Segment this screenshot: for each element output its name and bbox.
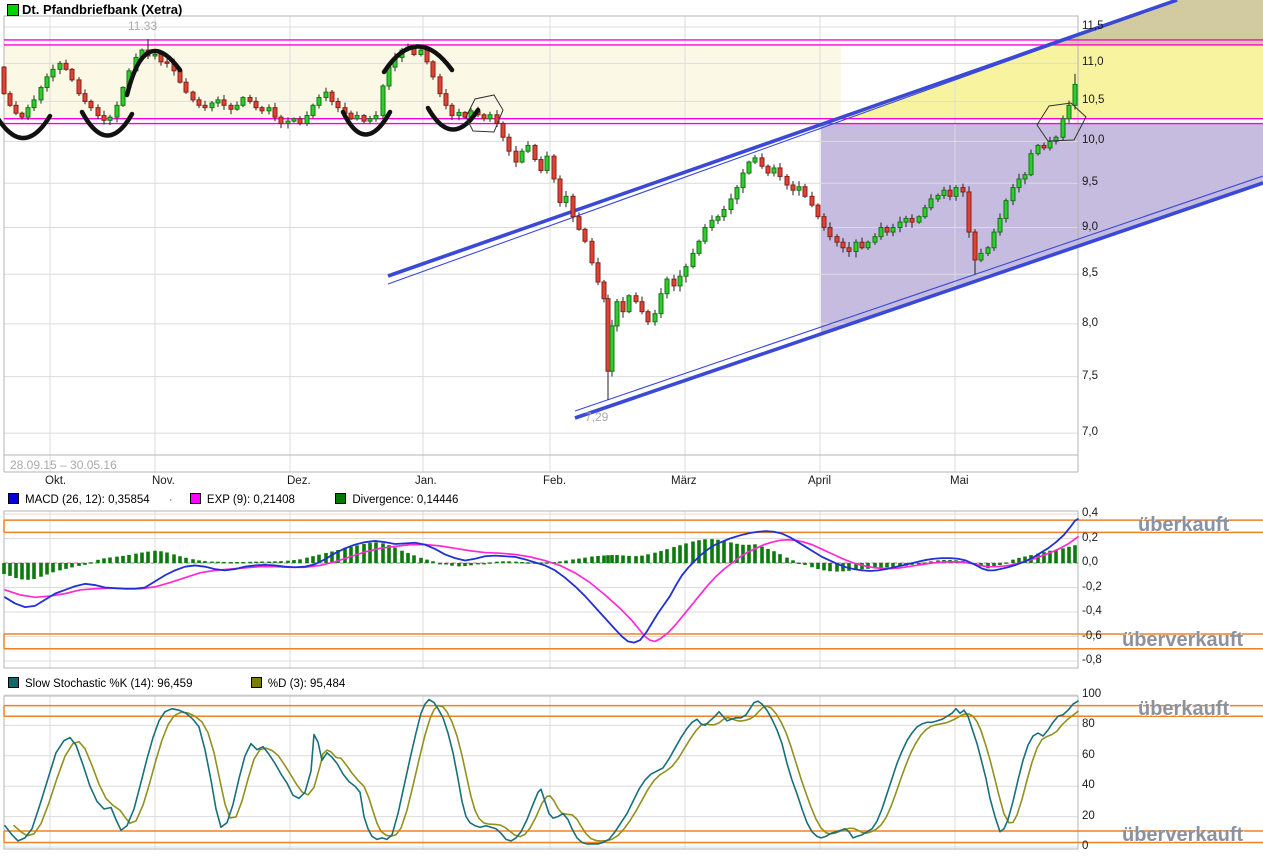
macd-legend: MACD (26, 12): 0,35854 · EXP (9): 0,2140… — [8, 492, 458, 506]
stoch-axis-tick: 40 — [1082, 779, 1095, 791]
date-range-label: 28.09.15 – 30.05.16 — [10, 458, 117, 472]
price-axis-tick: 9,0 — [1082, 221, 1098, 233]
stoch-oversold-label: überverkauft — [1122, 824, 1243, 847]
month-axis-label: Nov. — [152, 475, 175, 487]
stochastic-legend: Slow Stochastic %K (14): 96,459 %D (3): … — [8, 676, 345, 690]
price-axis-tick: 7,0 — [1082, 426, 1098, 438]
macd-overbought-label: überkauft — [1138, 514, 1229, 537]
divergence-swatch-icon — [335, 493, 346, 504]
stoch-axis-tick: 20 — [1082, 810, 1095, 822]
exp-legend-label: EXP (9): 0,21408 — [207, 494, 295, 506]
price-axis-tick: 9,5 — [1082, 176, 1098, 188]
macd-axis-tick: -0,4 — [1082, 605, 1102, 617]
stoch-overbought-label: überkauft — [1138, 698, 1229, 721]
price-axis-tick: 8,5 — [1082, 267, 1098, 279]
price-axis-tick: 10,0 — [1082, 134, 1104, 146]
macd-axis-tick: 0,0 — [1082, 556, 1098, 568]
macd-legend-label: MACD (26, 12): 0,35854 — [25, 494, 150, 506]
price-axis-tick: 11,0 — [1082, 56, 1104, 68]
price-axis-tick: 11,5 — [1082, 20, 1104, 32]
stoch-d-legend-label: %D (3): 95,484 — [268, 678, 345, 690]
legend-separator: · — [169, 494, 173, 506]
stoch-axis-tick: 80 — [1082, 718, 1095, 730]
month-axis-label: Feb. — [543, 475, 566, 487]
stoch-k-swatch-icon — [8, 677, 19, 688]
price-axis-tick: 10,5 — [1082, 94, 1104, 106]
macd-axis-tick: -0,6 — [1082, 630, 1102, 642]
period-low-label: 7,29 — [585, 410, 608, 424]
stoch-axis-tick: 60 — [1082, 749, 1095, 761]
macd-line-swatch-icon — [8, 493, 19, 504]
stoch-k-legend-label: Slow Stochastic %K (14): 96,459 — [25, 678, 192, 690]
chart-canvas — [0, 0, 1263, 868]
month-axis-label: April — [808, 475, 831, 487]
exp-line-swatch-icon — [190, 493, 201, 504]
divergence-legend-label: Divergence: 0,14446 — [352, 494, 458, 506]
month-axis-label: Dez. — [287, 475, 311, 487]
price-axis-tick: 7,5 — [1082, 370, 1098, 382]
month-axis-label: März — [671, 475, 697, 487]
macd-axis-tick: -0,8 — [1082, 654, 1102, 666]
macd-oversold-label: überverkauft — [1122, 629, 1243, 652]
stock-chart-application: Dt. Pfandbriefbank (Xetra) 11.33 7,29 28… — [0, 0, 1263, 868]
month-axis-label: Jan. — [415, 475, 437, 487]
month-axis-label: Mai — [950, 475, 969, 487]
stoch-d-swatch-icon — [251, 677, 262, 688]
month-axis-label: Okt. — [45, 475, 66, 487]
stoch-axis-tick: 0 — [1082, 840, 1088, 852]
page-title: Dt. Pfandbriefbank (Xetra) — [22, 2, 182, 17]
macd-axis-tick: -0,2 — [1082, 581, 1102, 593]
period-high-label: 11.33 — [128, 19, 157, 33]
price-axis-tick: 8,0 — [1082, 317, 1098, 329]
series-marker-icon — [7, 4, 19, 16]
macd-axis-tick: 0,2 — [1082, 532, 1098, 544]
macd-axis-tick: 0,4 — [1082, 507, 1098, 519]
stoch-axis-tick: 100 — [1082, 688, 1101, 700]
